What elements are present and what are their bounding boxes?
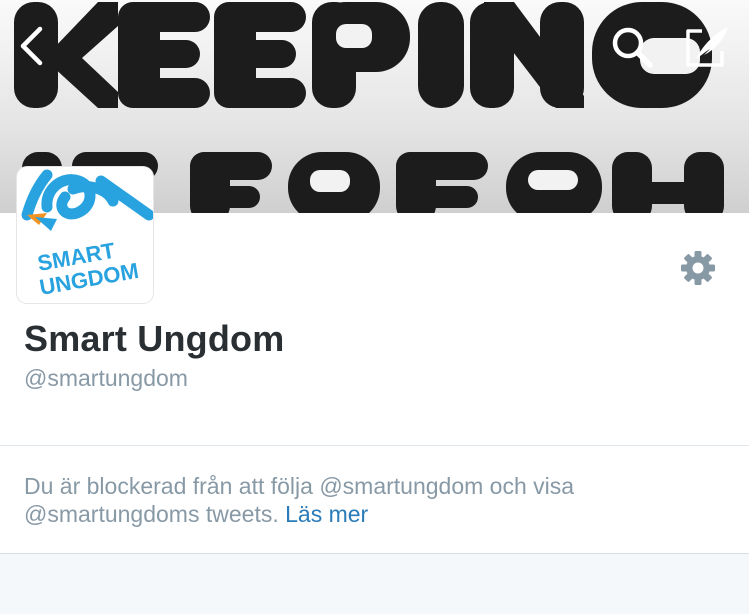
username-handle: @smartungdom xyxy=(24,365,188,391)
smart-ungdom-logo: SMART UNGDOM xyxy=(21,169,153,300)
display-name: Smart Ungdom xyxy=(24,318,285,359)
back-button[interactable] xyxy=(10,24,52,68)
learn-more-link[interactable]: Läs mer xyxy=(285,501,368,527)
timeline-area xyxy=(0,554,749,614)
search-icon xyxy=(612,27,653,68)
avatar[interactable]: SMART UNGDOM xyxy=(17,167,153,303)
blocked-notice: Du är blockerad från att följa @smartung… xyxy=(0,446,749,553)
compose-tweet-button[interactable] xyxy=(680,22,734,72)
gear-icon xyxy=(681,251,715,285)
blocked-notice-text: Du är blockerad från att följa @smartung… xyxy=(24,472,724,528)
compose-tweet-icon xyxy=(686,27,728,67)
settings-button[interactable] xyxy=(676,246,720,290)
chevron-left-icon xyxy=(20,26,43,66)
search-button[interactable] xyxy=(606,22,658,72)
